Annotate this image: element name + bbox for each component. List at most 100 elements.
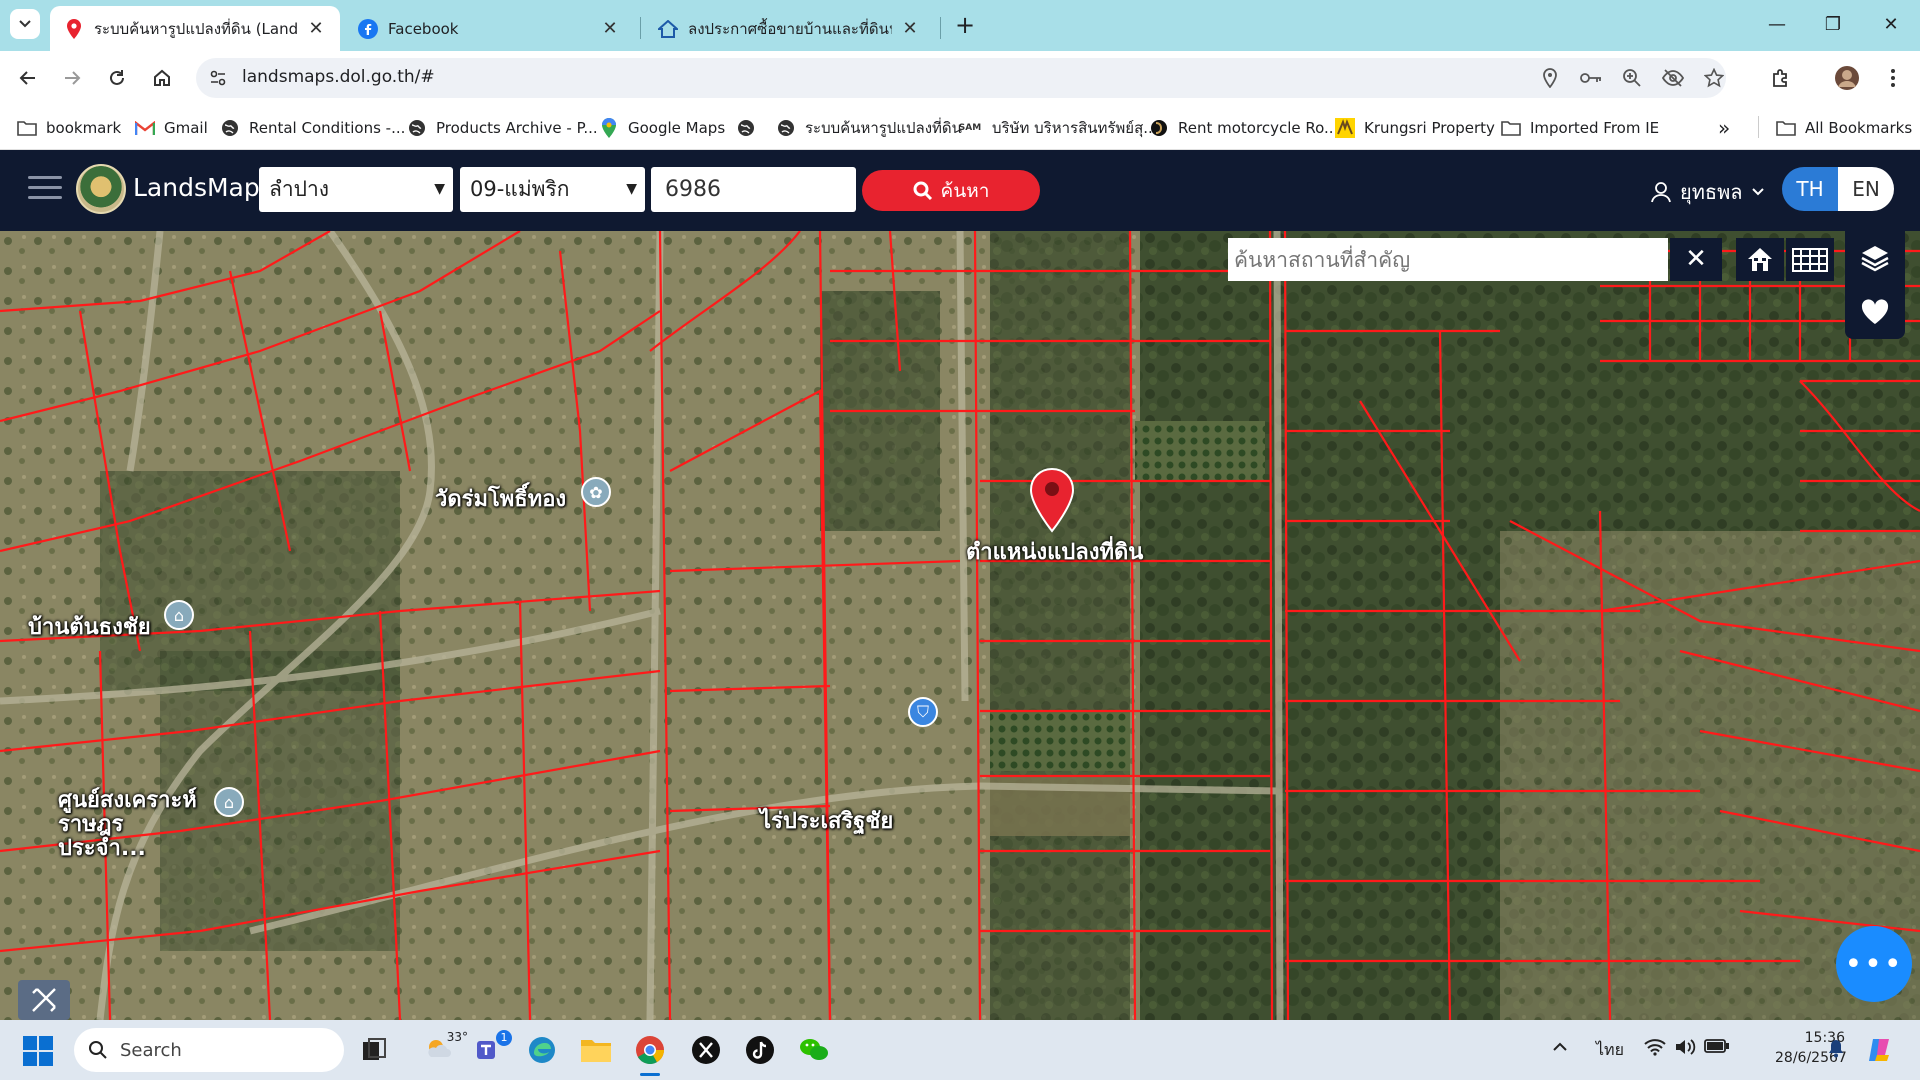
close-tab-icon[interactable]: ✕ [900,18,920,39]
map-pin-icon [64,18,84,39]
tiktok-icon[interactable] [742,1032,778,1068]
restore-button[interactable]: ❐ [1808,10,1858,40]
windows-taskbar: Search 33° 1 ไทย 15:36 28/6/2567 [0,1020,1920,1080]
profile-avatar[interactable] [1832,63,1862,93]
bookmark-item[interactable]: Krungsri Property [1335,116,1495,140]
site-info-icon[interactable] [206,66,230,90]
chevron-down-icon: ▼ [434,181,445,197]
place-label[interactable]: ศูนย์สงเคราะห์ราษฎรประจำ... [58,789,208,861]
chevron-down-icon: ▼ [626,181,637,197]
satellite-map[interactable] [0,231,1920,1020]
bookmark-item[interactable]: Rental Conditions -... [220,116,405,140]
teams-icon[interactable]: 1 [472,1030,512,1068]
back-button[interactable] [13,63,43,93]
url-text[interactable]: landsmaps.dol.go.th/# [242,67,435,87]
bookmarks-overflow-button[interactable]: » [1718,116,1730,140]
tab-facebook[interactable]: Facebook ✕ [344,6,634,51]
user-menu[interactable]: ยุทธพล [1650,176,1765,208]
tray-overflow-icon[interactable] [1552,1038,1568,1057]
facebook-icon [358,18,378,39]
reload-button[interactable] [102,63,132,93]
bookmark-item[interactable]: Imported From IE [1501,116,1659,140]
all-bookmarks-button[interactable]: All Bookmarks [1776,116,1912,140]
wechat-icon[interactable] [796,1032,832,1068]
place-label[interactable]: วัดร่มโพธิ์ทอง [435,481,566,516]
clear-search-button[interactable]: ✕ [1670,238,1722,281]
task-view-icon[interactable] [356,1032,392,1068]
grid-button[interactable] [1786,238,1834,281]
map-view[interactable]: วัดร่มโพธิ์ทอง ✿ บ้านต้นธงชัย ⌂ ศูนย์สงเ… [0,231,1920,1020]
lang-en-button[interactable]: EN [1838,167,1894,211]
bookmark-item[interactable]: Rent motorcycle Ro... [1149,116,1338,140]
battery-icon[interactable] [1704,1038,1730,1058]
bookmark-item[interactable]: ระบบค้นหารูปแปลงที่ดิน [776,116,962,140]
favorites-button[interactable] [1845,285,1905,339]
notifications-bell-icon[interactable] [1826,1038,1846,1062]
layers-button[interactable] [1845,231,1905,285]
x-twitter-icon[interactable] [688,1032,724,1068]
edge-icon[interactable] [524,1032,560,1068]
volume-icon[interactable] [1674,1038,1696,1060]
eye-off-icon[interactable] [1661,66,1685,90]
province-select[interactable]: ลำปาง ▼ [259,167,453,212]
input-language[interactable]: ไทย [1596,1038,1624,1063]
wifi-icon[interactable] [1644,1038,1666,1060]
address-bar[interactable]: landsmaps.dol.go.th/# [196,58,1726,98]
active-indicator [640,1073,660,1076]
location-icon[interactable] [1538,66,1562,90]
tab-title: Facebook [388,19,459,38]
office-poi-icon[interactable]: ⌂ [214,787,244,817]
taskbar-search[interactable]: Search [74,1028,344,1072]
temple-poi-icon[interactable]: ✿ [581,477,611,507]
menu-button[interactable] [1878,63,1908,93]
tab-search-button[interactable] [10,9,40,39]
parcel-number-input[interactable] [651,167,856,212]
copilot-icon[interactable] [1862,1032,1898,1068]
chat-button[interactable]: ••• [1836,926,1912,1002]
home-icon [154,69,170,86]
star-icon[interactable] [1702,66,1726,90]
district-select[interactable]: 09-แม่พริก ▼ [460,167,645,212]
close-window-button[interactable]: ✕ [1866,10,1916,40]
tab-landsmaps[interactable]: ระบบค้นหารูปแปลงที่ดิน (LandsMaps) ✕ [50,6,340,51]
forward-button[interactable] [57,63,87,93]
tab-property-listing[interactable]: ลงประกาศซื้อขายบ้านและที่ดินฟรี! | 9 ✕ [644,6,934,51]
key-icon[interactable] [1579,66,1603,90]
bookmark-item[interactable]: SAM บริษัท บริหารสินทรัพย์สุ... [957,116,1158,140]
measure-tool-button[interactable] [18,980,70,1020]
windows-start-icon[interactable] [22,1035,54,1067]
place-label[interactable]: ไร่ประเสริฐชัย [760,803,893,838]
minimize-button[interactable]: — [1752,10,1802,40]
extensions-button[interactable] [1766,63,1796,93]
landmark-search-input[interactable] [1228,238,1668,281]
menu-icon[interactable] [28,176,62,202]
home-button[interactable] [147,63,177,93]
file-explorer-icon[interactable] [578,1032,614,1068]
parcel-marker-icon[interactable] [1028,467,1076,533]
browser-toolbar: landsmaps.dol.go.th/# [0,51,1920,105]
home-icon [1748,247,1772,271]
notification-badge: 1 [496,1030,512,1046]
close-tab-icon[interactable]: ✕ [306,18,326,39]
close-tab-icon[interactable]: ✕ [600,18,620,39]
bookmark-item[interactable]: Google Maps [599,116,725,140]
user-icon [1651,182,1671,203]
bookmark-item[interactable]: Gmail [135,116,208,140]
bookmark-item[interactable]: Products Archive - P... [407,116,598,140]
bookmark-item[interactable]: bookmark [17,116,121,140]
new-tab-button[interactable]: + [950,10,980,40]
district-value: 09-แม่พริก [470,177,570,201]
search-button[interactable]: ค้นหา [862,170,1040,211]
village-poi-icon[interactable]: ⌂ [164,600,194,630]
place-label[interactable]: บ้านต้นธงชัย [28,609,151,644]
zoom-icon[interactable] [1620,66,1644,90]
chrome-icon[interactable] [632,1032,668,1076]
weather-widget[interactable]: 33° [412,1030,468,1068]
more-vertical-icon [1891,69,1895,87]
lang-th-button[interactable]: TH [1782,167,1838,211]
bookmark-item[interactable] [736,116,765,140]
home-extent-button[interactable] [1736,238,1784,281]
grid-icon [1792,247,1828,272]
shop-poi-icon[interactable]: ⛉ [908,697,938,727]
tab-title: ระบบค้นหารูปแปลงที่ดิน (LandsMaps) [94,19,298,38]
